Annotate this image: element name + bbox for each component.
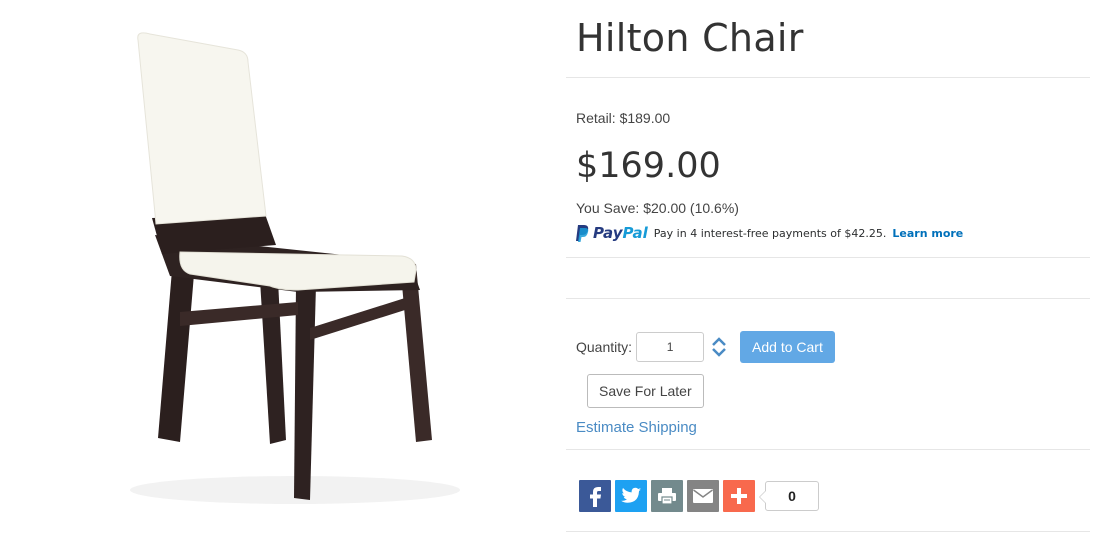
sale-price: $169.00 — [576, 146, 721, 186]
divider — [566, 531, 1090, 532]
print-icon — [658, 488, 676, 505]
quantity-stepper — [706, 330, 732, 364]
add-to-cart-button[interactable]: Add to Cart — [740, 331, 835, 363]
email-share-button[interactable] — [687, 480, 719, 512]
chevron-up-icon[interactable] — [711, 336, 727, 347]
save-for-later-button[interactable]: Save For Later — [587, 374, 704, 408]
paypal-message: PayPal Pay in 4 interest-free payments o… — [576, 222, 963, 244]
share-count: 0 — [765, 481, 819, 511]
divider — [566, 257, 1090, 258]
divider — [566, 298, 1090, 299]
quantity-input[interactable] — [636, 332, 705, 362]
twitter-share-button[interactable] — [615, 480, 647, 512]
paypal-logo-pay: Pay — [593, 224, 623, 242]
quantity-row: Quantity: Add to Cart — [576, 330, 835, 364]
facebook-icon — [590, 487, 601, 507]
print-button[interactable] — [651, 480, 683, 512]
twitter-icon — [621, 487, 641, 503]
share-counter: 0 — [759, 481, 819, 511]
email-icon — [693, 489, 713, 503]
paypal-logo: PayPal — [576, 224, 648, 242]
paypal-logo-pal: Pal — [622, 224, 648, 242]
divider — [566, 449, 1090, 450]
add-icon — [731, 488, 747, 504]
paypal-icon — [576, 224, 589, 242]
product-info: Hilton Chair Retail: $189.00 $169.00 You… — [566, 0, 1090, 547]
quantity-label: Quantity: — [576, 339, 633, 355]
chevron-down-icon[interactable] — [711, 347, 727, 358]
addthis-share-button[interactable] — [723, 480, 755, 512]
share-bar: 0 — [579, 480, 819, 512]
chair-image — [130, 32, 460, 504]
you-save: You Save: $20.00 (10.6%) — [576, 200, 739, 216]
paypal-learn-more-link[interactable]: Learn more — [892, 227, 963, 240]
estimate-shipping-link[interactable]: Estimate Shipping — [576, 419, 697, 436]
product-title: Hilton Chair — [576, 16, 804, 60]
retail-price: Retail: $189.00 — [576, 110, 671, 126]
facebook-share-button[interactable] — [579, 480, 611, 512]
product-image — [110, 30, 460, 510]
paypal-text: Pay in 4 interest-free payments of $42.2… — [653, 226, 887, 240]
divider — [566, 77, 1090, 78]
